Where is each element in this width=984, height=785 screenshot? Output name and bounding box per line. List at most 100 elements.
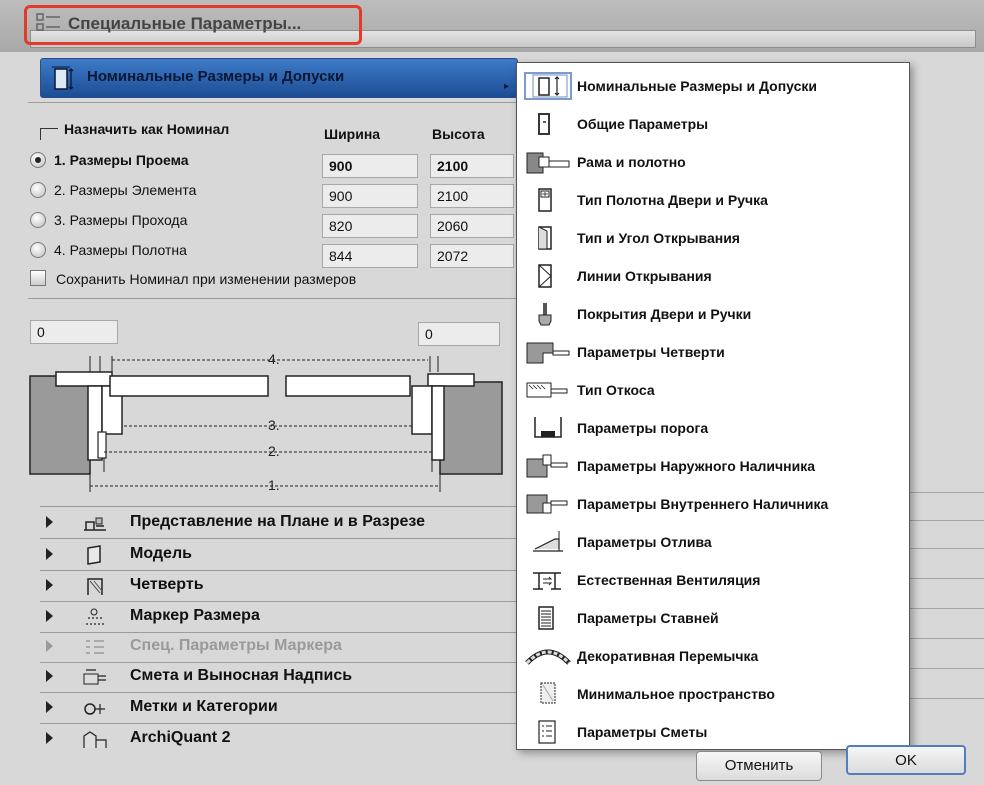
ventilation-icon (525, 567, 571, 593)
height-field-element[interactable]: 2100 (430, 184, 514, 208)
section-popup-menu: Номинальные Размеры и Допуски Общие Пара… (516, 62, 910, 750)
menu-item-label: Параметры Четверти (577, 344, 725, 360)
keep-nominal-label: Сохранить Номинал при изменении размеров (56, 271, 357, 287)
dim-label-2: 2. (268, 443, 280, 459)
menu-item-surfaces[interactable]: Покрытия Двери и Ручки (517, 295, 909, 333)
height-field-leaf[interactable]: 2072 (430, 244, 514, 268)
tree-item-plan-section[interactable]: Представление на Плане и в Разрезе (40, 508, 518, 538)
radio-label: 4. Размеры Полотна (54, 242, 187, 258)
keep-nominal-checkbox[interactable] (30, 270, 46, 286)
nominal-group-label: Назначить как Номинал (64, 121, 230, 137)
door-dimension-diagram: 4. 3. 2. 1. (29, 351, 503, 493)
tree-item-tags[interactable]: Метки и Категории (40, 693, 518, 723)
menu-item-outer-casing[interactable]: Параметры Наружного Наличника (517, 447, 909, 485)
listing-icon (525, 719, 571, 745)
height-field-passage[interactable]: 2060 (430, 214, 514, 238)
radio-button[interactable] (30, 152, 46, 168)
width-column-header: Ширина (324, 126, 381, 142)
menu-item-label: Покрытия Двери и Ручки (577, 306, 752, 322)
expand-triangle-icon[interactable] (46, 610, 53, 622)
height-field-opening[interactable]: 2100 (430, 154, 514, 178)
tree-item-label: Маркер Размера (130, 607, 260, 624)
height-column-header: Высота (432, 126, 485, 142)
divider (28, 298, 518, 299)
width-field-element[interactable]: 900 (322, 184, 418, 208)
menu-item-label: Тип Откоса (577, 382, 655, 398)
expand-triangle-icon[interactable] (46, 701, 53, 713)
listing-label-icon (82, 666, 108, 688)
menu-item-rebate-params[interactable]: Параметры Четверти (517, 333, 909, 371)
menu-item-label: Естественная Вентиляция (577, 572, 761, 588)
shutters-icon (525, 605, 571, 631)
divider (910, 608, 984, 609)
rebate-params-icon (525, 339, 571, 365)
width-field-passage[interactable]: 820 (322, 214, 418, 238)
cancel-button[interactable]: Отменить (696, 751, 822, 781)
menu-item-door-panel[interactable]: Тип Полотна Двери и Ручка (517, 181, 909, 219)
divider (910, 520, 984, 521)
menu-item-threshold[interactable]: Параметры порога (517, 409, 909, 447)
tree-item-label: Четверть (130, 576, 204, 593)
arch-lintel-icon (525, 643, 571, 669)
menu-item-opening-lines[interactable]: Линии Открывания (517, 257, 909, 295)
expand-triangle-icon[interactable] (46, 548, 53, 560)
opening-type-icon (525, 225, 571, 251)
tree-item-rebate[interactable]: Четверть (40, 571, 518, 601)
menu-item-shutters[interactable]: Параметры Ставней (517, 599, 909, 637)
menu-item-sill[interactable]: Параметры Отлива (517, 523, 909, 561)
menu-item-arch-lintel[interactable]: Декоративная Перемычка (517, 637, 909, 675)
menu-item-reveal[interactable]: Тип Откоса (517, 371, 909, 409)
menu-item-nominal-size[interactable]: Номинальные Размеры и Допуски (517, 67, 909, 105)
tree-item-marker-params: Спец. Параметры Маркера (40, 632, 518, 662)
nominal-size-icon (524, 72, 572, 100)
tree-item-archiquant[interactable]: ArchiQuant 2 (40, 724, 518, 754)
radio-button[interactable] (30, 212, 46, 228)
model-icon (82, 544, 108, 566)
divider (910, 638, 984, 639)
menu-item-label: Параметры Отлива (577, 534, 712, 550)
tree-item-listing-label[interactable]: Смета и Выносная Надпись (40, 662, 518, 692)
menu-item-label: Параметры Внутреннего Наличника (577, 496, 829, 512)
menu-item-frame-leaf[interactable]: Рама и полотно (517, 143, 909, 181)
menu-item-label: Параметры Ставней (577, 610, 719, 626)
radio-button[interactable] (30, 182, 46, 198)
dim-label-1: 1. (268, 477, 280, 493)
group-bracket (40, 128, 58, 140)
tags-icon (82, 697, 108, 719)
menu-item-label: Минимальное пространство (577, 686, 775, 702)
marker-params-icon (82, 636, 108, 658)
radio-label: 2. Размеры Элемента (54, 182, 197, 198)
radio-button[interactable] (30, 242, 46, 258)
nominal-size-icon (49, 65, 77, 93)
menu-item-label: Рама и полотно (577, 154, 686, 170)
divider (910, 492, 984, 493)
tree-item-dimension-marker[interactable]: Маркер Размера (40, 602, 518, 632)
rebate-icon (82, 575, 108, 597)
inner-casing-icon (525, 491, 571, 517)
expand-triangle-icon[interactable] (46, 516, 53, 528)
expand-triangle-icon (46, 640, 53, 652)
threshold-icon (525, 415, 571, 441)
menu-item-ventilation[interactable]: Естественная Вентиляция (517, 561, 909, 599)
reveal-icon (525, 377, 571, 403)
menu-item-min-space[interactable]: Минимальное пространство (517, 675, 909, 713)
width-field-opening[interactable]: 900 (322, 154, 418, 178)
menu-item-opening-type[interactable]: Тип и Угол Открывания (517, 219, 909, 257)
ok-button[interactable]: OK (846, 745, 966, 775)
dimension-marker-icon (82, 606, 108, 628)
door-icon (525, 111, 571, 137)
section-selector-button[interactable]: Номинальные Размеры и Допуски ▸ (40, 58, 518, 98)
expand-triangle-icon[interactable] (46, 670, 53, 682)
width-field-leaf[interactable]: 844 (322, 244, 418, 268)
tree-item-label: Метки и Категории (130, 698, 278, 715)
tree-item-label: Спец. Параметры Маркера (130, 637, 342, 654)
menu-item-inner-casing[interactable]: Параметры Внутреннего Наличника (517, 485, 909, 523)
menu-item-general[interactable]: Общие Параметры (517, 105, 909, 143)
title-highlight-box (24, 5, 362, 45)
radio-label: 3. Размеры Прохода (54, 212, 188, 228)
archiquant-icon (82, 728, 108, 750)
expand-triangle-icon[interactable] (46, 732, 53, 744)
expand-triangle-icon[interactable] (46, 579, 53, 591)
tree-item-model[interactable]: Модель (40, 540, 518, 570)
divider (910, 668, 984, 669)
